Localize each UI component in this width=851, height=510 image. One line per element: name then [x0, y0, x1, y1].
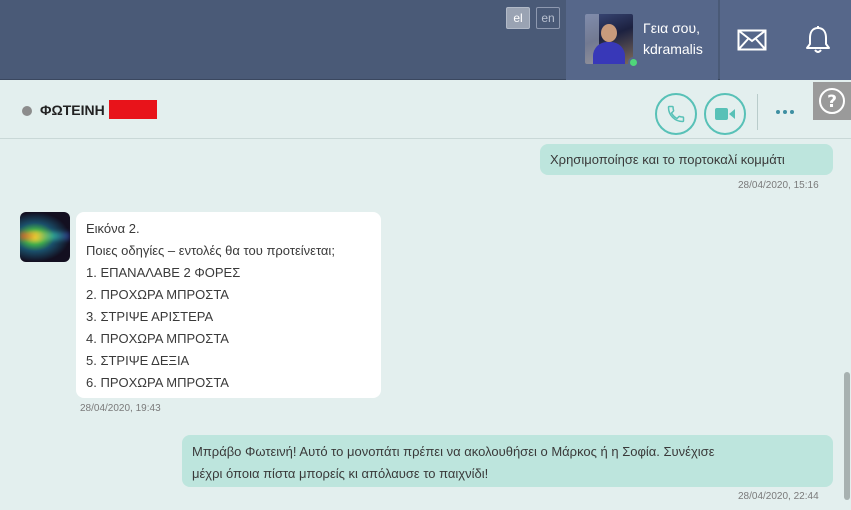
more-options-button[interactable]: [772, 104, 798, 120]
video-call-button[interactable]: [704, 93, 746, 135]
message-line: Εικόνα 2.: [86, 221, 140, 236]
message-line: Ποιες οδηγίες – εντολές θα του προτείνετ…: [86, 243, 335, 258]
user-menu[interactable]: Γεια σου, kdramalis: [566, 0, 718, 80]
voice-call-button[interactable]: [655, 93, 697, 135]
outgoing-message: Χρησιμοποίησε και το πορτοκαλί κομμάτι: [540, 144, 833, 175]
message-text: Χρησιμοποίησε και το πορτοκαλί κομμάτι: [550, 152, 785, 167]
online-status-indicator: [628, 57, 639, 68]
chat-header: ΦΩΤΕΙΝΗ ?: [0, 82, 851, 139]
chat-scrollbar-thumb[interactable]: [844, 372, 850, 500]
video-icon: [715, 108, 735, 120]
more-options-icon: [776, 110, 780, 114]
message-line: μέχρι όποια πίστα μπορείς κι απόλαυσε το…: [192, 466, 489, 481]
message-line: 3. ΣΤΡΙΨΕ ΑΡΙΣΤΕΡΑ: [86, 309, 214, 324]
message-line: 6. ΠΡΟΧΩΡΑ ΜΠΡΟΣΤΑ: [86, 375, 229, 390]
message-line: 5. ΣΤΡΙΨΕ ΔΕΞΙΑ: [86, 353, 190, 368]
help-button[interactable]: ?: [813, 82, 851, 120]
contact-avatar: [20, 212, 70, 262]
svg-text:?: ?: [827, 92, 837, 112]
user-greeting: Γεια σου, kdramalis: [643, 18, 703, 60]
top-bar: el en Γεια σου, kdramalis: [0, 0, 851, 80]
messages-button[interactable]: [720, 0, 784, 80]
contact-name: ΦΩΤΕΙΝΗ: [40, 102, 105, 118]
language-el-button[interactable]: el: [506, 7, 530, 29]
redacted-surname: [109, 100, 157, 119]
bell-icon: [805, 26, 830, 53]
outgoing-message: Μπράβο Φωτεινή! Αυτό το μονοπάτι πρέπει …: [182, 435, 833, 487]
message-line: 4. ΠΡΟΧΩΡΑ ΜΠΡΟΣΤΑ: [86, 331, 229, 346]
header-divider: [757, 94, 758, 130]
message-line: 2. ΠΡΟΧΩΡΑ ΜΠΡΟΣΤΑ: [86, 287, 229, 302]
greeting-text: Γεια σου,: [643, 20, 701, 36]
message-timestamp: 28/04/2020, 15:16: [738, 180, 819, 191]
message-timestamp: 28/04/2020, 19:43: [80, 403, 161, 414]
help-icon: ?: [819, 88, 845, 114]
message-line: 1. ΕΠΑΝΑΛΑΒΕ 2 ΦΟΡΕΣ: [86, 265, 241, 280]
incoming-message: Εικόνα 2. Ποιες οδηγίες – εντολές θα του…: [76, 212, 381, 398]
user-avatar: [585, 14, 633, 64]
notifications-button[interactable]: [784, 0, 851, 80]
username: kdramalis: [643, 41, 703, 57]
language-en-button[interactable]: en: [536, 7, 560, 29]
mail-icon: [737, 29, 767, 51]
message-timestamp: 28/04/2020, 22:44: [738, 491, 819, 502]
phone-icon: [667, 105, 685, 123]
message-line: Μπράβο Φωτεινή! Αυτό το μονοπάτι πρέπει …: [192, 444, 715, 459]
contact-status-dot: [22, 106, 32, 116]
